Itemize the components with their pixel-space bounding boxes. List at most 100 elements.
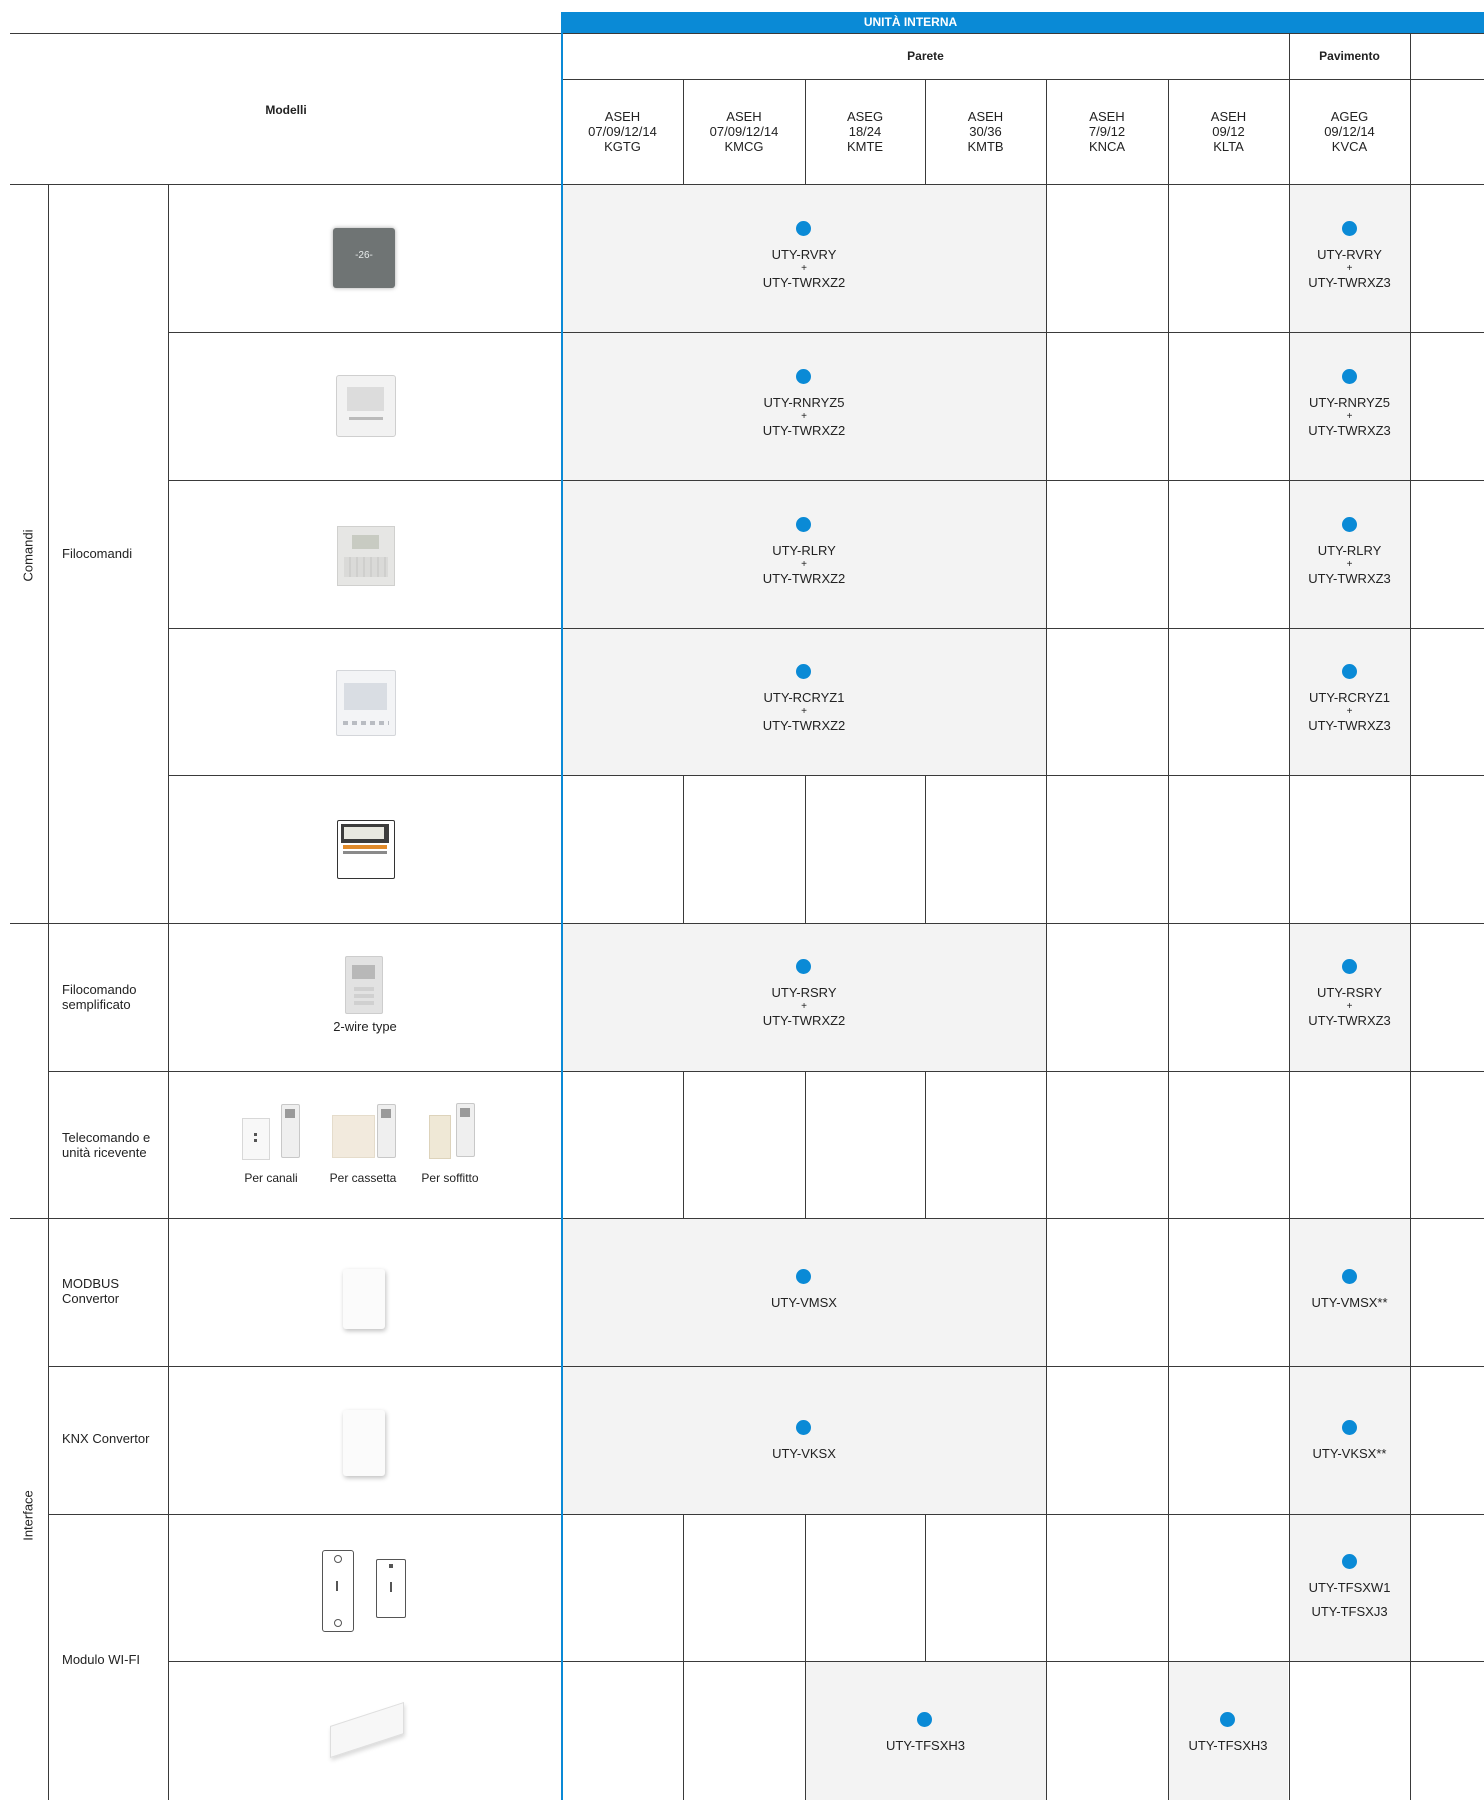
availability-dot [1342,517,1357,532]
col-header-6: ASEH 09/12 KLTA [1210,109,1247,154]
wifi-module-w1-image [322,1550,354,1632]
caption-per-cassetta: Per cassetta [329,1171,397,1185]
parete-label: Parete [907,49,944,63]
controller-rcryz1-image [336,670,396,736]
controller-rnryz5-image [336,375,396,437]
rule-r3 [168,628,1484,629]
cell-r6-wall: UTY-RSRY + UTY-TWRXZ2 [762,985,846,1028]
receiver-cassetta-image [332,1115,375,1158]
rule-v-r7a [683,1071,684,1218]
modbus-box-image [343,1269,385,1329]
unita-interna-label: UNITÀ INTERNA [863,15,958,29]
group-comandi: Comandi [20,529,36,582]
availability-dot [1342,1269,1357,1284]
rule-r5 [10,923,1484,924]
rule-v-r10b [805,1514,806,1800]
shade-r8-wall [562,1219,1046,1366]
remote-cassetta-image [377,1104,396,1158]
availability-dot [1342,221,1357,236]
label-filocomando-semplificato: Filocomando semplificato [62,982,137,1012]
caption-per-canali: Per canali [244,1171,298,1185]
rule-v-h5 [1168,79,1169,185]
availability-dot [796,959,811,974]
wifi-module-j3-image [376,1559,406,1618]
rule-top [10,33,1484,34]
cell-r3-wall: UTY-RLRY + UTY-TWRXZ2 [762,543,846,586]
knx-box-image [343,1410,385,1476]
wifi-adapter-h3-image [330,1701,404,1759]
shade-r11-mid [805,1662,1046,1800]
label-knx: KNX Convertor [62,1431,150,1446]
availability-dot [1342,959,1357,974]
cell-r8-wall: UTY-VMSX [771,1295,837,1310]
shade-r11-klta [1168,1662,1288,1800]
rule-v-pav-left [1289,33,1290,185]
col-header-1: ASEH 07/09/12/14 KGTG [588,109,657,154]
availability-dot [796,1420,811,1435]
cell-r4-wall: UTY-RCRYZ1 + UTY-TWRXZ2 [762,690,846,733]
rule-parete [562,79,1484,80]
cell-r3-floor: UTY-RLRY + UTY-TWRXZ3 [1308,543,1391,586]
pavimento-label: Pavimento [1319,49,1380,63]
label-filocomandi: Filocomandi [62,546,133,561]
availability-dot [1342,369,1357,384]
rule-v-r7c [925,1071,926,1218]
rule-v-group [48,184,49,1800]
rule-v-r5c [925,775,926,923]
availability-dot [796,664,811,679]
availability-dot [796,369,811,384]
rule-v-sub [168,184,169,1800]
shade-r9-wall [562,1367,1046,1514]
availability-dot [1342,1554,1357,1569]
remote-soffitto-image [456,1103,475,1157]
col-header-5: ASEH 7/9/12 KNCA [1088,109,1126,154]
availability-dot [1342,1420,1357,1435]
rule-r4 [168,775,1484,776]
rule-v-pav-right [1410,33,1411,185]
cell-r1-floor: UTY-RVRY + UTY-TWRXZ3 [1308,247,1391,290]
rule-r9 [48,1514,1484,1515]
col-header-7: AGEG 09/12/14 KVCA [1324,109,1375,154]
rule-header-bottom [10,184,1484,185]
remote-canali-image [281,1104,300,1158]
rule-v-h4 [1046,79,1047,185]
shade-r8-floor [1289,1219,1410,1366]
rule-v-r5a [683,775,684,923]
controller-rsry-image [345,956,383,1014]
cell-r11-klta: UTY-TFSXH3 [1188,1738,1268,1753]
rule-v-r5b [805,775,806,923]
cell-r6-floor: UTY-RSRY + UTY-TWRXZ3 [1308,985,1391,1028]
rule-v-h1 [683,79,684,185]
availability-dot [1342,664,1357,679]
label-telecomando: Telecomando e unità ricevente [62,1130,151,1160]
cell-r8-floor: UTY-VMSX** [1311,1295,1388,1310]
receiver-canali-image [242,1118,270,1160]
availability-dot [796,517,811,532]
group-interface: Interface [20,1490,36,1541]
rule-r2 [168,480,1484,481]
cell-r1-wall: UTY-RVRY + UTY-TWRXZ2 [762,247,846,290]
controller-legacy-image [337,820,395,879]
rule-v-h3 [925,79,926,185]
label-modbus: MODBUS Convertor [62,1276,120,1306]
cell-r10-floor-a: UTY-TFSXW1 [1308,1580,1391,1595]
rule-v-h2 [805,79,806,185]
cell-r9-wall: UTY-VKSX [772,1446,836,1461]
rule-r1 [168,332,1484,333]
thermostat-image: -26- [333,228,395,288]
rule-v-r7b [805,1071,806,1218]
receiver-soffitto-image [429,1115,451,1159]
thermostat-display: -26- [355,250,373,261]
controller-rlry-image [337,526,395,586]
rule-v-b-last [1410,184,1411,1800]
rule-r7 [10,1218,1484,1219]
rule-v-b-knca [1046,184,1047,1800]
availability-dot [796,221,811,236]
shade-r9-floor [1289,1367,1410,1514]
cell-r2-floor: UTY-RNRYZ5 + UTY-TWRXZ3 [1308,395,1391,438]
cell-r11-mid: UTY-TFSXH3 [886,1738,965,1753]
cell-r2-wall: UTY-RNRYZ5 + UTY-TWRXZ2 [762,395,846,438]
cell-r9-floor: UTY-VKSX** [1312,1446,1387,1461]
col-header-2: ASEH 07/09/12/14 KMCG [709,109,779,154]
cell-r4-floor: UTY-RCRYZ1 + UTY-TWRXZ3 [1308,690,1391,733]
